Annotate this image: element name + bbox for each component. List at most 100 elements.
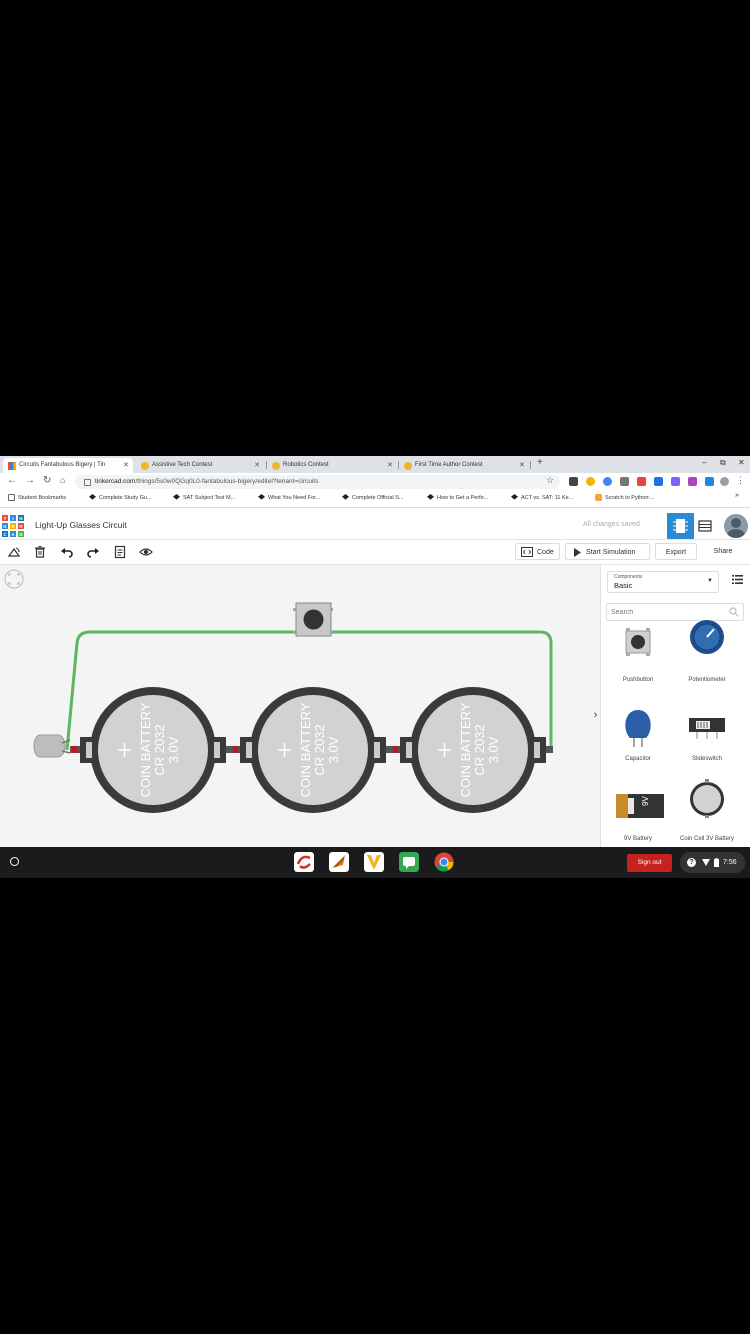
chromebook-screen: Circuits Fantabulous Bigery | Tin ✕ Assi…	[0, 456, 750, 878]
potentiometer-icon	[690, 620, 724, 654]
extension-icon[interactable]	[637, 477, 646, 486]
forward-icon[interactable]: →	[25, 475, 35, 486]
components-label: Components	[614, 574, 643, 580]
back-icon[interactable]: ←	[7, 475, 17, 486]
component-potentiometer[interactable]: Potentiometer	[673, 620, 741, 703]
coin-battery-2[interactable]: COIN BATTERY CR 2032 3.0V	[240, 687, 386, 813]
chip-icon	[673, 519, 688, 533]
graduation-cap-icon	[173, 494, 180, 500]
rotate-icon[interactable]	[7, 545, 21, 559]
circuit-view-button[interactable]	[667, 513, 694, 539]
logo-letter: C	[1, 530, 9, 538]
bookmark-item[interactable]: How to Get a Perfe...	[427, 494, 488, 501]
code-button[interactable]: Code	[515, 543, 560, 560]
extension-icon[interactable]	[569, 477, 578, 486]
redo-icon[interactable]	[86, 545, 100, 559]
bookmark-student-bookmarks[interactable]: Student Bookmarks	[8, 494, 66, 501]
undo-icon[interactable]	[60, 545, 74, 559]
close-tab-icon[interactable]: ✕	[519, 458, 525, 473]
logo-letter: A	[9, 530, 17, 538]
status-tray[interactable]: ? 7:56	[680, 852, 745, 873]
circuit-diagram[interactable]: COIN BATTERY CR 2032 3.0V COIN BATTERY C…	[0, 565, 600, 847]
coin-battery-1[interactable]: COIN BATTERY CR 2032 3.0V	[80, 687, 226, 813]
battery-label-line3: 3.0V	[486, 736, 501, 763]
menu-kebab-icon[interactable]: ⋮	[736, 475, 745, 486]
restore-icon[interactable]: ⧉	[720, 458, 726, 468]
contest-favicon-icon	[272, 462, 280, 470]
component-list-view-button[interactable]	[698, 519, 712, 533]
component-capacitor[interactable]: Capacitor	[604, 706, 672, 782]
graduation-cap-icon	[427, 494, 434, 500]
app-icon[interactable]	[364, 852, 384, 872]
component-slideswitch[interactable]: Slideswitch	[673, 706, 741, 782]
graduation-cap-icon	[342, 494, 349, 500]
notes-icon[interactable]	[113, 545, 127, 559]
app-icon[interactable]	[294, 852, 314, 872]
extension-icon[interactable]	[654, 477, 663, 486]
bookmark-star-icon[interactable]: ☆	[546, 475, 554, 486]
bookmark-item[interactable]: SAT Subject Test M...	[173, 494, 235, 501]
bookmark-item[interactable]: Complete Study Gu...	[89, 494, 152, 501]
delete-icon[interactable]	[33, 545, 47, 559]
chrome-icon[interactable]	[434, 852, 454, 872]
new-tab-button[interactable]: +	[537, 457, 543, 468]
close-tab-icon[interactable]: ✕	[254, 458, 260, 473]
close-tab-icon[interactable]: ✕	[123, 458, 129, 473]
extension-icon[interactable]	[671, 477, 680, 486]
close-tab-icon[interactable]: ✕	[387, 458, 393, 473]
app-icon[interactable]	[329, 852, 349, 872]
start-simulation-button[interactable]: Start Simulation	[565, 543, 650, 560]
app-icon[interactable]	[399, 852, 419, 872]
launcher-icon[interactable]	[10, 857, 19, 866]
search-icon[interactable]	[729, 607, 739, 617]
export-button[interactable]: Export	[655, 543, 697, 560]
circuit-canvas[interactable]: COIN BATTERY CR 2032 3.0V COIN BATTERY C…	[0, 565, 600, 847]
tab-robotics[interactable]: Robotics Contest ✕	[267, 458, 397, 473]
extension-icon[interactable]	[603, 477, 612, 486]
component-pushbutton[interactable]: Pushbutton	[604, 627, 672, 703]
component-label: Capacitor	[625, 756, 651, 762]
collapse-panel-handle[interactable]: ›	[591, 701, 600, 729]
extension-icon[interactable]	[688, 477, 697, 486]
reload-icon[interactable]: ↻	[43, 475, 51, 486]
fit-view-icon[interactable]	[4, 569, 24, 589]
minimize-icon[interactable]: –	[702, 458, 706, 467]
tab-title: Assistive Tech Contest	[152, 462, 213, 468]
bookmark-item[interactable]: ACT vs. SAT: 11 Ke...	[511, 494, 573, 501]
logo-letter: N	[17, 514, 25, 522]
tab-circuits[interactable]: Circuits Fantabulous Bigery | Tin ✕	[3, 458, 133, 473]
design-title[interactable]: Light-Up Glasses Circuit	[35, 520, 127, 530]
share-button[interactable]: Share	[701, 543, 745, 560]
components-category-select[interactable]: Components Basic ▼	[607, 571, 719, 593]
bookmark-item[interactable]: Complete Official S...	[342, 494, 404, 501]
sign-out-button[interactable]: Sign out	[627, 854, 672, 872]
tab-title: First Time Author Contest	[415, 462, 483, 468]
user-avatar[interactable]	[724, 514, 748, 538]
address-bar[interactable]: tinkercad.com/things/5s0w0QGq0L0-fantabu…	[75, 475, 560, 489]
coin-cell-battery-icon	[690, 779, 724, 818]
tab-assistive-tech[interactable]: Assistive Tech Contest ✕	[136, 458, 264, 473]
bookmark-item[interactable]: What You Need For...	[258, 494, 320, 501]
led-component[interactable]	[33, 734, 71, 758]
extension-icon[interactable]	[705, 477, 714, 486]
url-host: tinkercad.com	[95, 478, 136, 485]
battery-label-line1: COIN BATTERY	[138, 702, 153, 797]
extension-icon[interactable]	[586, 477, 595, 486]
extension-icon[interactable]	[620, 477, 629, 486]
tinkercad-logo[interactable]: T I N K E R C A D	[1, 514, 25, 538]
profile-icon[interactable]	[720, 477, 729, 486]
bookmarks-bar: Student Bookmarks Complete Study Gu... S…	[0, 491, 750, 508]
list-view-icon[interactable]	[732, 575, 743, 584]
url-path: /things/5s0w0QGq0L0-fantabulous-bigery/e…	[135, 478, 319, 485]
home-icon[interactable]: ⌂	[60, 475, 65, 485]
bookmarks-overflow-button[interactable]: »	[735, 492, 739, 499]
close-window-icon[interactable]: ✕	[738, 458, 745, 467]
coin-battery-3[interactable]: COIN BATTERY CR 2032 3.0V	[400, 687, 546, 813]
tab-first-time-author[interactable]: First Time Author Contest ✕	[399, 458, 529, 473]
component-label: Slideswitch	[691, 756, 722, 762]
visibility-icon[interactable]	[139, 545, 153, 559]
bookmark-item[interactable]: Scratch to Python:...	[595, 494, 655, 501]
logo-letter: E	[9, 522, 17, 530]
lock-icon	[84, 479, 91, 486]
pushbutton-component[interactable]	[293, 602, 333, 637]
